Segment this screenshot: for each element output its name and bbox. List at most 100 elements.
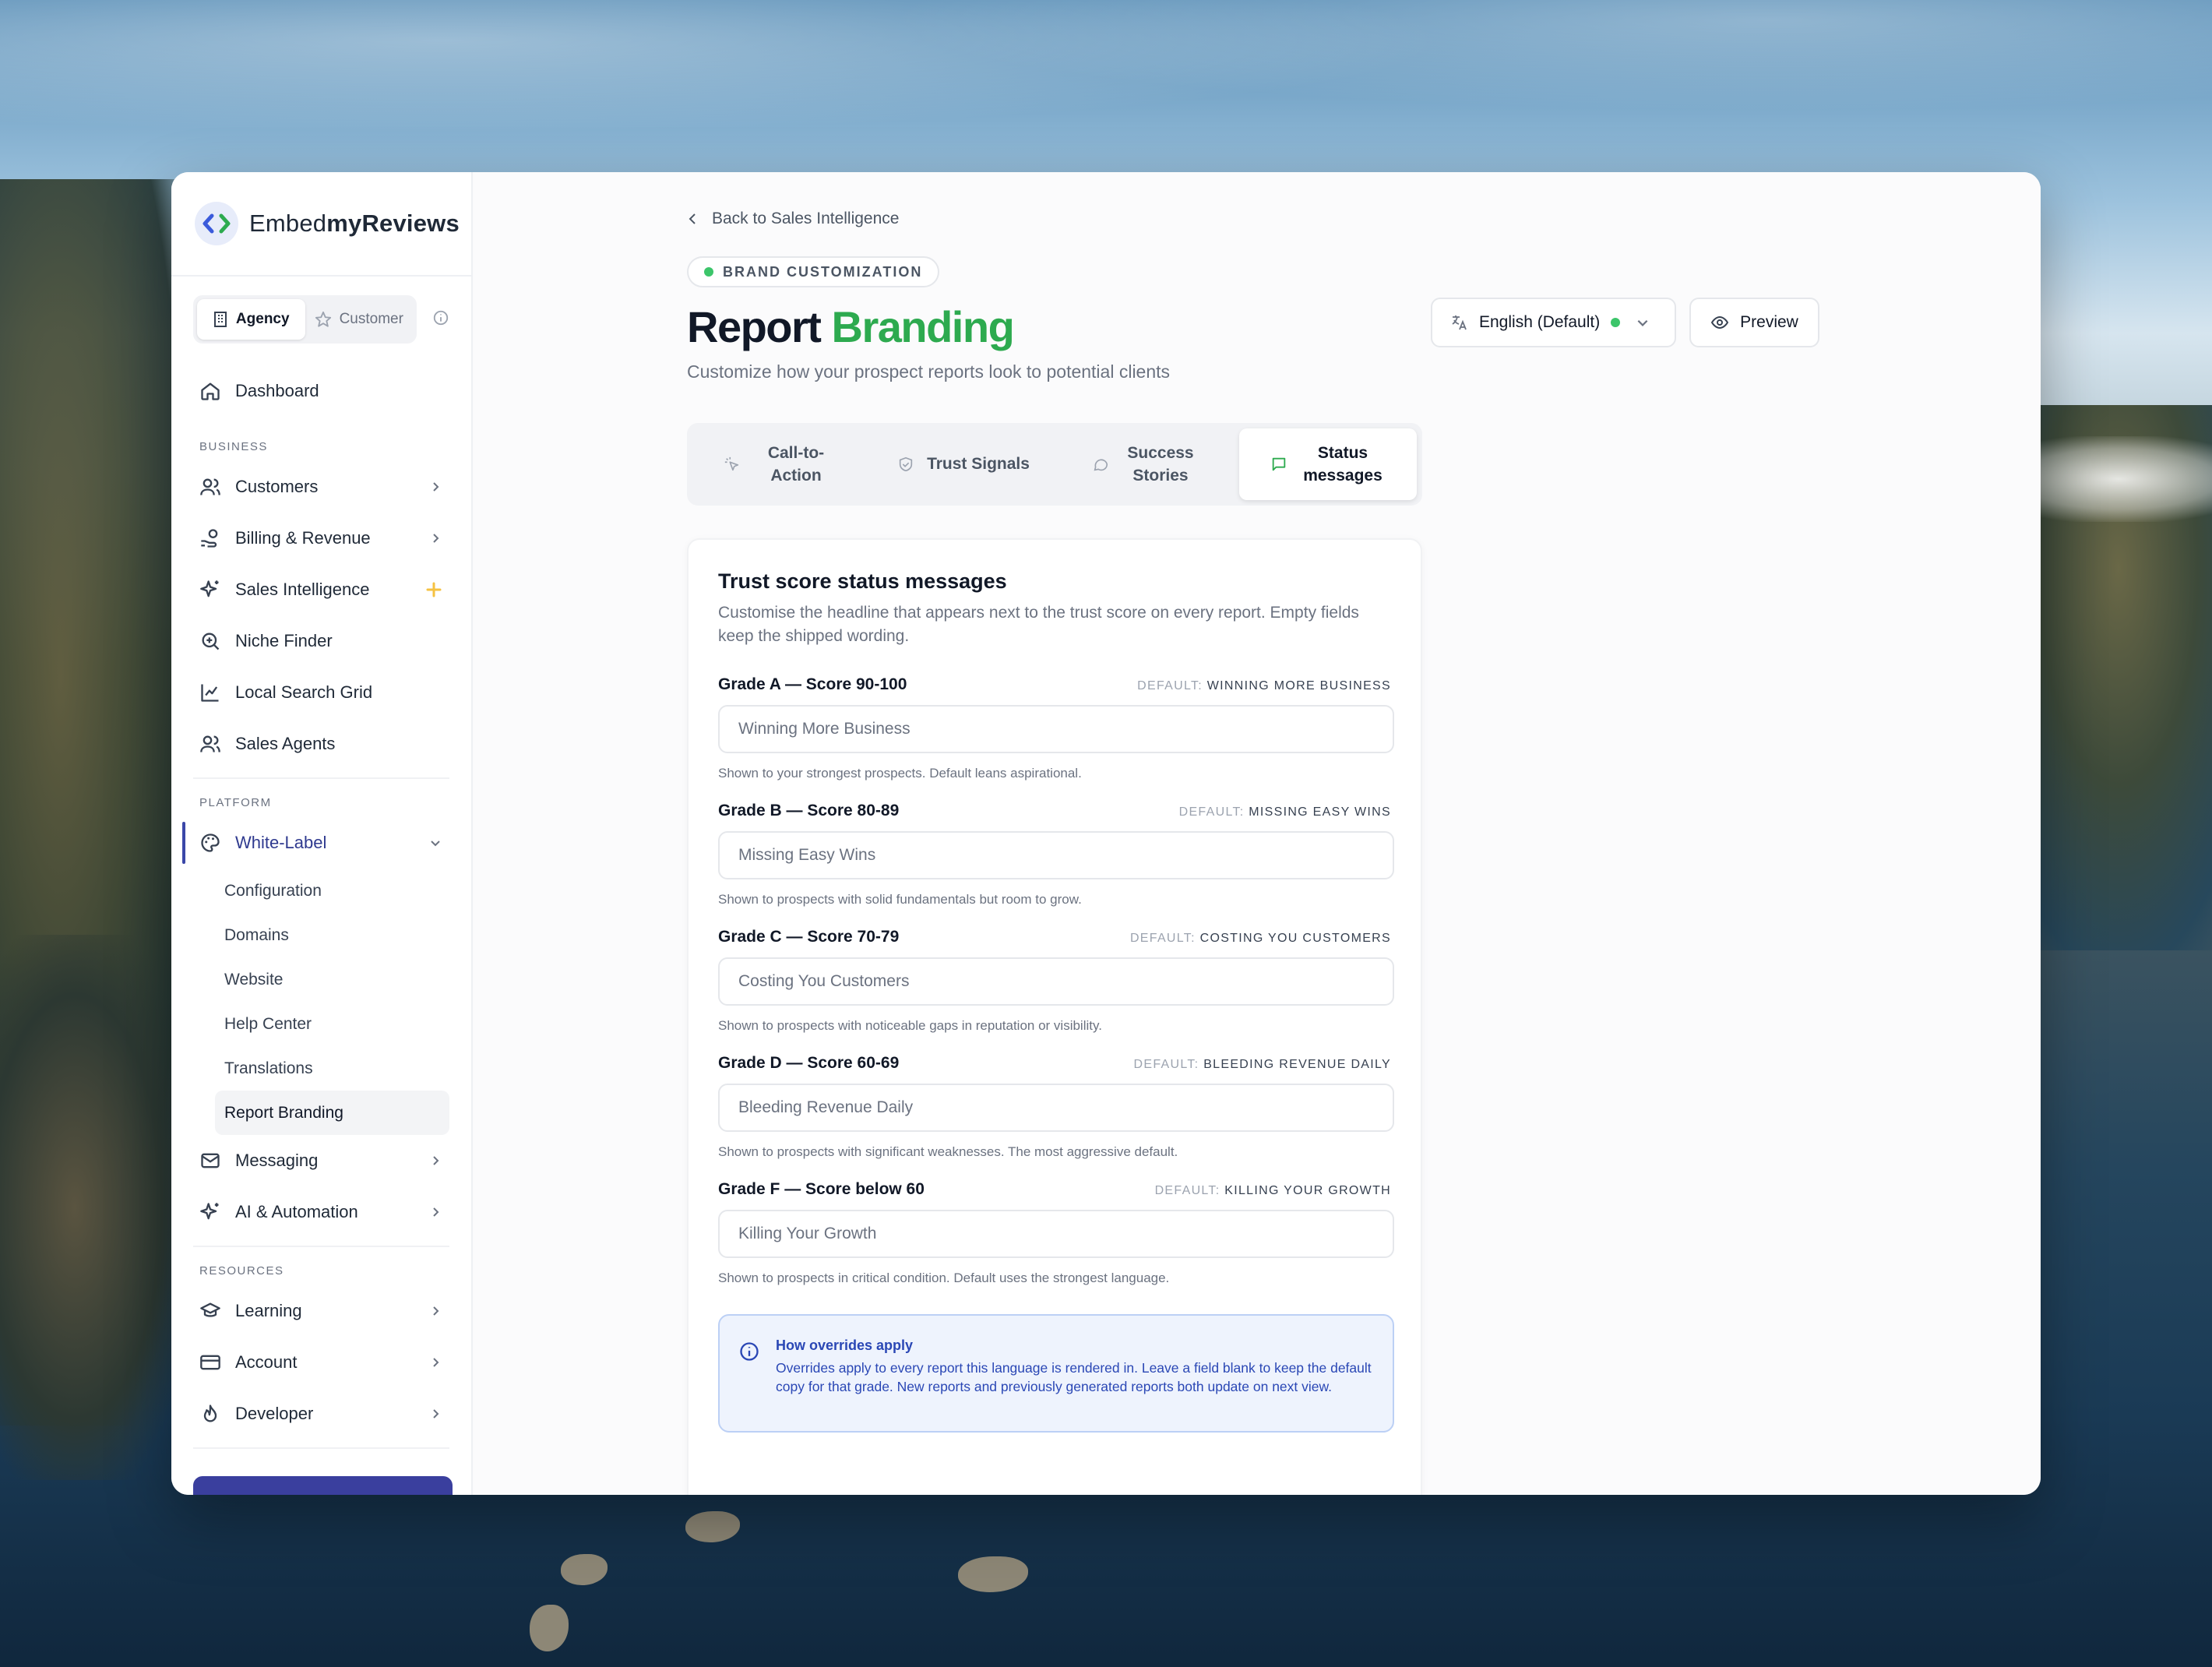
tab-trust-signals[interactable]: Trust Signals: [875, 428, 1052, 500]
users-icon: [200, 735, 220, 752]
chevron-right-icon: [433, 1207, 439, 1217]
field-default: DEFAULT: WINNING MORE BUSINESS: [1137, 679, 1391, 693]
sidebar-subitem-domains[interactable]: Domains: [215, 913, 449, 957]
chevron-down-icon: [1637, 319, 1648, 326]
agency-label: Agency: [235, 311, 290, 327]
default-value: BLEEDING REVENUE DAILY: [1203, 1057, 1391, 1071]
translate-icon: [1452, 315, 1467, 330]
default-value: KILLING YOUR GROWTH: [1224, 1183, 1391, 1197]
grade-a-input[interactable]: [718, 704, 1394, 753]
tab-success-stories[interactable]: Success Stories: [1057, 428, 1235, 500]
logo[interactable]: EmbedmyReviews: [171, 172, 471, 277]
chevron-right-icon: [433, 534, 439, 543]
page-title: Report Branding: [687, 301, 1015, 352]
sidebar-item-label: Developer: [235, 1404, 314, 1423]
sidebar-subitem-translations[interactable]: Translations: [215, 1046, 449, 1091]
grade-d-input[interactable]: [718, 1083, 1394, 1132]
plus-sparkle-icon: [426, 582, 442, 597]
message-square-icon: [1272, 457, 1286, 471]
zoom-in-icon: [202, 633, 220, 650]
agency-toggle[interactable]: Agency: [197, 299, 305, 340]
card-description: Customise the headline that appears next…: [718, 604, 1359, 646]
graduation-cap-icon: [200, 1302, 220, 1317]
sidebar-item-local-search-grid[interactable]: Local Search Grid: [193, 667, 449, 718]
language-label: English (Default): [1479, 313, 1601, 331]
field-default: DEFAULT: COSTING YOU CUSTOMERS: [1130, 932, 1391, 946]
grade-b-field: Grade B — Score 80-89 DEFAULT: MISSING E…: [718, 801, 1394, 908]
title-main: Report: [687, 302, 822, 351]
sidebar-item-sales-intelligence[interactable]: Sales Intelligence: [193, 564, 449, 615]
field-label: Grade C — Score 70-79: [718, 927, 900, 946]
grade-d-field: Grade D — Score 60-69 DEFAULT: BLEEDING …: [718, 1053, 1394, 1160]
sidebar-subitem-report-branding[interactable]: Report Branding: [215, 1091, 449, 1135]
sidebar-item-label: Account: [235, 1352, 298, 1372]
mail-icon: [201, 1153, 220, 1168]
section-label-resources: RESOURCES: [199, 1264, 284, 1278]
active-dot-icon: [1611, 318, 1621, 327]
sidebar-item-messaging[interactable]: Messaging: [193, 1135, 449, 1186]
sparkles-icon: [200, 580, 219, 597]
chevron-right-icon: [433, 1156, 439, 1165]
back-link[interactable]: Back to Sales Intelligence: [687, 210, 899, 228]
sidebar-subitem-help-center[interactable]: Help Center: [215, 1002, 449, 1046]
status-dot-icon: [704, 267, 713, 277]
back-link-label: Back to Sales Intelligence: [712, 210, 900, 227]
info-icon: [740, 1342, 759, 1361]
sidebar-cta-button[interactable]: [193, 1476, 453, 1495]
credit-card-icon: [200, 1355, 220, 1370]
tab-label: Status messages: [1303, 443, 1382, 485]
sidebar-item-label: Niche Finder: [235, 631, 333, 650]
field-hint: Shown to prospects with noticeable gaps …: [718, 1017, 1102, 1033]
palette-icon: [201, 834, 220, 852]
sidebar-item-developer[interactable]: Developer: [193, 1388, 449, 1440]
grade-c-input[interactable]: [718, 957, 1394, 1006]
white-label-submenu: Configuration Domains Website Help Cente…: [193, 869, 449, 1135]
home-icon: [201, 382, 220, 400]
preview-button[interactable]: Preview: [1689, 298, 1819, 347]
grade-f-field: Grade F — Score below 60 DEFAULT: KILLIN…: [718, 1179, 1394, 1286]
sidebar-item-customers[interactable]: Customers: [193, 461, 449, 513]
field-hint: Shown to prospects with solid fundamenta…: [718, 891, 1082, 907]
customer-label: Customer: [339, 311, 403, 327]
divider: [193, 777, 449, 779]
chevron-right-icon: [433, 1306, 439, 1316]
flame-icon: [203, 1404, 217, 1422]
sidebar-item-ai-automation[interactable]: AI & Automation: [193, 1186, 449, 1238]
info-icon[interactable]: [432, 309, 449, 330]
customer-toggle[interactable]: Customer: [305, 299, 414, 340]
field-label: Grade D — Score 60-69: [718, 1053, 900, 1072]
badge-label: BRAND CUSTOMIZATION: [723, 263, 923, 280]
field-label: Grade F — Score below 60: [718, 1179, 925, 1198]
sidebar-item-billing[interactable]: Billing & Revenue: [193, 513, 449, 564]
preview-label: Preview: [1740, 313, 1798, 331]
status-messages-card: Trust score status messages Customise th…: [687, 538, 1422, 1495]
sidebar-item-niche-finder[interactable]: Niche Finder: [193, 615, 449, 667]
chevron-right-icon: [433, 1409, 439, 1419]
grade-c-field: Grade C — Score 70-79 DEFAULT: COSTING Y…: [718, 927, 1394, 1034]
grade-b-input[interactable]: [718, 830, 1394, 879]
tab-status-messages[interactable]: Status messages: [1239, 428, 1417, 500]
sidebar-item-learning[interactable]: Learning: [193, 1285, 449, 1337]
field-label: Grade B — Score 80-89: [718, 801, 900, 819]
field-hint: Shown to prospects in critical condition…: [718, 1270, 1170, 1285]
main-content: Back to Sales Intelligence BRAND CUSTOMI…: [473, 172, 2041, 1495]
sidebar-item-sales-agents[interactable]: Sales Agents: [193, 718, 449, 770]
tab-call-to-action[interactable]: Call-to-Action: [692, 428, 870, 500]
eye-icon: [1710, 315, 1729, 330]
divider: [193, 1246, 449, 1247]
sidebar-subitem-configuration[interactable]: Configuration: [215, 869, 449, 913]
chevron-right-icon: [433, 482, 439, 492]
sidebar-subitem-website[interactable]: Website: [215, 957, 449, 1002]
sidebar-item-white-label[interactable]: White-Label: [182, 817, 449, 869]
sidebar-item-dashboard[interactable]: Dashboard: [193, 365, 449, 417]
language-select[interactable]: English (Default): [1431, 298, 1676, 347]
field-hint: Shown to prospects with significant weak…: [718, 1144, 1178, 1159]
sidebar-item-account[interactable]: Account: [193, 1337, 449, 1388]
brand-name: EmbedmyReviews: [249, 210, 460, 237]
sidebar-item-label: Local Search Grid: [235, 682, 373, 702]
shield-check-icon: [899, 456, 913, 472]
grade-f-input[interactable]: [718, 1209, 1394, 1258]
field-default: DEFAULT: MISSING EASY WINS: [1179, 805, 1391, 819]
default-prefix: DEFAULT:: [1154, 1183, 1220, 1197]
default-prefix: DEFAULT:: [1133, 1057, 1199, 1071]
